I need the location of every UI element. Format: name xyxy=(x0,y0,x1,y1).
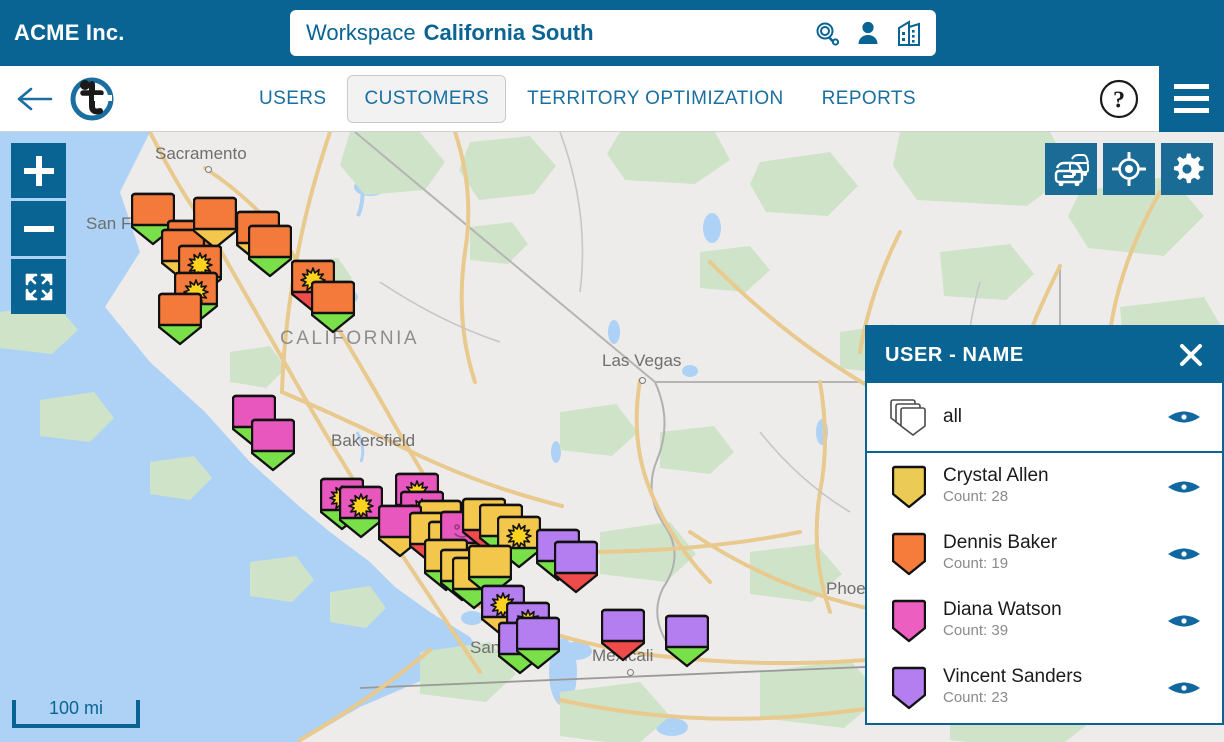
legend-row-all[interactable]: all xyxy=(867,383,1222,453)
locate-button[interactable] xyxy=(1103,143,1155,195)
map-marker-pin[interactable] xyxy=(515,616,561,675)
map-marker-pin[interactable] xyxy=(310,280,356,339)
nav-item-reports[interactable]: REPORTS xyxy=(805,75,933,123)
map-marker-pin[interactable] xyxy=(600,608,646,667)
legend-pin-swatch xyxy=(885,532,933,576)
legend-row-count: Count: 28 xyxy=(943,488,1009,506)
stacked-pins-icon xyxy=(885,396,933,438)
nav-item-users[interactable]: USERS xyxy=(242,75,343,123)
application-root: ACME Inc. Workspace California South USE… xyxy=(0,0,1224,742)
map-tool-controls xyxy=(1045,143,1213,195)
back-arrow-icon[interactable] xyxy=(16,80,54,118)
legend-row-count: Count: 39 xyxy=(943,622,1009,640)
map-marker-pin[interactable] xyxy=(338,485,384,544)
legend-row-text: Diana Watson Count: 39 xyxy=(943,599,1166,641)
map-city-dot xyxy=(639,377,646,384)
t-logo-icon[interactable] xyxy=(68,75,116,123)
nav-item-customers[interactable]: CUSTOMERS xyxy=(347,74,507,123)
eye-visible-icon[interactable] xyxy=(1166,475,1202,499)
legend-panel: USER - NAME all Crystal Allen Count: 28 … xyxy=(865,325,1224,725)
plus-icon xyxy=(35,155,42,186)
main-navigation-bar: USERS CUSTOMERS TERRITORY OPTIMIZATION R… xyxy=(0,65,1224,132)
legend-row[interactable]: Crystal Allen Count: 28 xyxy=(867,453,1222,520)
nav-right-group: ? xyxy=(1097,65,1224,132)
search-icon[interactable] xyxy=(814,20,840,46)
eye-visible-icon[interactable] xyxy=(1166,609,1202,633)
building-icon[interactable] xyxy=(896,19,922,47)
hamburger-bar xyxy=(1174,84,1209,89)
hamburger-bar xyxy=(1174,108,1209,113)
map-city-dot xyxy=(205,166,212,173)
legend-pin-swatch xyxy=(885,465,933,509)
legend-row[interactable]: Dennis Baker Count: 19 xyxy=(867,520,1222,587)
fullscreen-button[interactable] xyxy=(11,259,66,314)
map-marker-pin[interactable] xyxy=(157,292,203,351)
zoom-in-button[interactable] xyxy=(11,143,66,198)
help-question-icon[interactable]: ? xyxy=(1097,77,1141,121)
map-city-dot xyxy=(627,669,634,676)
legend-pin-swatch xyxy=(885,666,933,710)
legend-all-label: all xyxy=(943,406,963,428)
workspace-label: Workspace xyxy=(306,20,416,45)
legend-all-text: all xyxy=(943,406,1166,428)
hamburger-bar xyxy=(1174,96,1209,101)
eye-visible-icon[interactable] xyxy=(1166,405,1202,429)
legend-row-text: Vincent Sanders Count: 23 xyxy=(943,666,1166,708)
legend-row-list: Crystal Allen Count: 28 Dennis Baker Cou… xyxy=(867,453,1222,723)
legend-row-count: Count: 23 xyxy=(943,689,1009,707)
eye-visible-icon[interactable] xyxy=(1166,676,1202,700)
nav-link-group: USERS CUSTOMERS TERRITORY OPTIMIZATION R… xyxy=(242,74,933,123)
expand-arrows-icon xyxy=(25,273,52,300)
map-marker-pin[interactable] xyxy=(250,418,296,477)
traffic-icon xyxy=(1054,154,1089,186)
eye-visible-icon[interactable] xyxy=(1166,542,1202,566)
traffic-button[interactable] xyxy=(1045,143,1097,195)
locate-crosshair-icon xyxy=(1112,152,1146,186)
map-zoom-controls xyxy=(11,143,66,317)
top-header-bar: ACME Inc. Workspace California South xyxy=(0,0,1224,66)
zoom-out-button[interactable] xyxy=(11,201,66,256)
settings-gear-icon xyxy=(1174,153,1204,184)
map-scale-label: 100 mi xyxy=(48,697,104,718)
legend-header: USER - NAME xyxy=(867,327,1222,383)
legend-row[interactable]: Diana Watson Count: 39 xyxy=(867,587,1222,654)
legend-row[interactable]: Vincent Sanders Count: 23 xyxy=(867,654,1222,721)
close-x-icon[interactable] xyxy=(1178,342,1204,368)
map-canvas[interactable]: Sacramento San Francisco CALIFORNIA Las … xyxy=(0,132,1224,742)
legend-row-name: Diana Watson xyxy=(943,599,1062,621)
map-scale-bar: 100 mi xyxy=(12,697,140,728)
legend-pin-swatch xyxy=(885,599,933,643)
workspace-value: California South xyxy=(423,20,594,45)
legend-row-name: Vincent Sanders xyxy=(943,666,1083,688)
map-marker-pin[interactable] xyxy=(664,614,710,673)
map-marker-pin[interactable] xyxy=(247,224,293,283)
workspace-search-bar[interactable]: Workspace California South xyxy=(290,10,936,56)
nav-item-territory-optimization[interactable]: TERRITORY OPTIMIZATION xyxy=(510,75,801,123)
settings-button[interactable] xyxy=(1161,143,1213,195)
legend-row-count: Count: 19 xyxy=(943,555,1009,573)
legend-title: USER - NAME xyxy=(885,343,1024,366)
legend-row-text: Dennis Baker Count: 19 xyxy=(943,532,1166,574)
map-marker-pin[interactable] xyxy=(553,540,599,599)
legend-row-text: Crystal Allen Count: 28 xyxy=(943,465,1166,507)
person-icon[interactable] xyxy=(856,20,880,46)
svg-text:?: ? xyxy=(1113,87,1125,113)
minus-icon xyxy=(23,225,54,232)
brand-title: ACME Inc. xyxy=(14,20,125,45)
legend-row-name: Dennis Baker xyxy=(943,532,1058,554)
legend-row-name: Crystal Allen xyxy=(943,465,1049,487)
workspace-icon-group xyxy=(814,19,922,47)
hamburger-menu-icon[interactable] xyxy=(1159,65,1224,132)
